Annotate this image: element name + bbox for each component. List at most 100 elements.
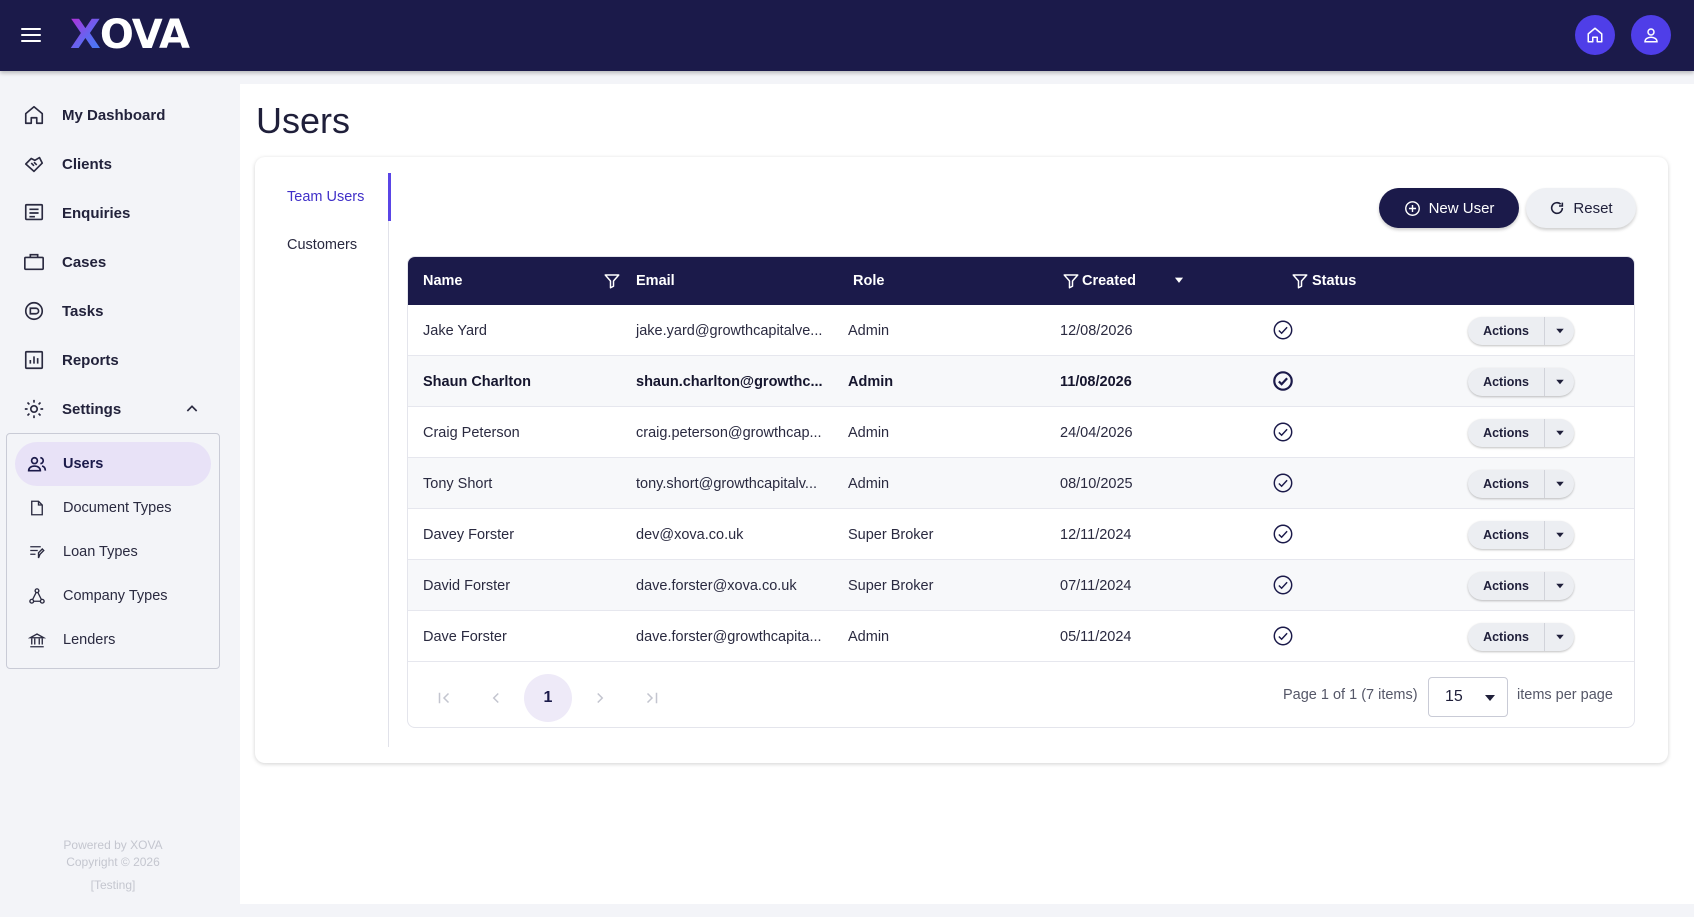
actions-dropdown-toggle[interactable]: [1545, 583, 1574, 589]
users-icon: [27, 454, 47, 474]
sort-desc-icon[interactable]: [1172, 273, 1186, 287]
table-row[interactable]: Davey Forster dev@xova.co.uk Super Broker 1…: [408, 509, 1634, 560]
actions-dropdown-toggle[interactable]: [1545, 532, 1574, 538]
first-page-button[interactable]: [420, 674, 468, 722]
tab-team-users[interactable]: Team Users: [255, 173, 391, 221]
menu-icon[interactable]: [18, 24, 44, 46]
table-row[interactable]: Dave Forster dave.forster@growthcapita...…: [408, 611, 1634, 662]
sidebar-item-label: Cases: [62, 253, 107, 271]
sidebar-item-document-types[interactable]: Document Types: [15, 486, 211, 530]
sidebar-item-label: Settings: [62, 400, 122, 418]
actions-button[interactable]: Actions: [1468, 368, 1574, 396]
column-header-name[interactable]: Name: [423, 257, 463, 305]
loan-icon: [27, 542, 47, 562]
actions-label: Actions: [1483, 477, 1529, 491]
check-circle-icon: [1273, 473, 1293, 493]
chevron-up-icon[interactable]: [184, 401, 200, 417]
sidebar-item-enquiries[interactable]: Enquiries: [0, 193, 240, 233]
last-page-button[interactable]: [628, 674, 676, 722]
table-row[interactable]: Tony Short tony.short@growthcapitalv... Ad…: [408, 458, 1634, 509]
cell-role: Admin: [848, 373, 894, 390]
sidebar-item-clients[interactable]: Clients: [0, 144, 240, 184]
powered-by-text: Powered by XOVA: [63, 838, 163, 852]
user-icon: [1644, 28, 1658, 43]
sidebar-item-label: Clients: [62, 155, 113, 173]
refresh-icon: [1551, 201, 1564, 215]
reset-button[interactable]: Reset: [1526, 188, 1636, 228]
actions-label: Actions: [1483, 324, 1529, 338]
items-per-page-label: items per page: [1517, 687, 1613, 703]
filter-icon[interactable]: [603, 272, 621, 290]
filter-icon[interactable]: [1062, 272, 1080, 290]
cell-created: 08/10/2025: [1060, 475, 1133, 492]
sidebar-item-company-types[interactable]: Company Types: [15, 574, 211, 618]
caret-down-icon: [1555, 583, 1564, 589]
sidebar-item-label: Company Types: [63, 588, 168, 604]
sidebar-item-dashboard[interactable]: My Dashboard: [0, 95, 240, 135]
actions-button[interactable]: Actions: [1468, 572, 1574, 600]
cell-email: jake.yard@growthcapitalve...: [636, 322, 823, 339]
table-row[interactable]: Shaun Charlton shaun.charlton@growthc... A…: [408, 356, 1634, 407]
sidebar-item-label: Reports: [62, 351, 119, 369]
list-icon: [22, 201, 46, 225]
actions-button[interactable]: Actions: [1468, 419, 1574, 447]
tab-customers[interactable]: Customers: [255, 221, 389, 269]
cell-role: Super Broker: [848, 577, 934, 594]
actions-label: Actions: [1483, 579, 1529, 593]
sidebar-item-settings[interactable]: Settings: [0, 389, 240, 429]
sidebar-item-tasks[interactable]: Tasks: [0, 291, 240, 331]
actions-label: Actions: [1483, 375, 1529, 389]
actions-button[interactable]: Actions: [1468, 623, 1574, 651]
settings-submenu: Users Document Types Loan Types Company …: [6, 433, 220, 669]
page-size-value: 15: [1445, 688, 1463, 705]
actions-dropdown-toggle[interactable]: [1545, 634, 1574, 640]
actions-button[interactable]: Actions: [1468, 521, 1574, 549]
sidebar-footer: Powered by XOVA Copyright © 2026 [Testin…: [0, 837, 226, 894]
table-row[interactable]: Jake Yard jake.yard@growthcapitalve... Adm…: [408, 305, 1634, 356]
actions-dropdown-toggle[interactable]: [1545, 379, 1574, 385]
sidebar-item-lenders[interactable]: Lenders: [15, 618, 211, 662]
column-header-role[interactable]: Role: [853, 257, 884, 305]
cell-created: 11/08/2026: [1060, 373, 1132, 390]
home-button[interactable]: [1575, 15, 1615, 55]
new-user-button[interactable]: New User: [1379, 188, 1519, 228]
home-icon: [1587, 27, 1603, 43]
sidebar-item-users[interactable]: Users: [15, 442, 211, 486]
plus-circle-icon: [1404, 200, 1420, 216]
cell-role: Admin: [848, 628, 890, 645]
home-icon: [22, 103, 46, 127]
actions-dropdown-toggle[interactable]: [1545, 430, 1574, 436]
sidebar-item-loan-types[interactable]: Loan Types: [15, 530, 211, 574]
table-header: Name Email Role Created Status: [408, 257, 1634, 305]
actions-dropdown-toggle[interactable]: [1545, 328, 1574, 334]
caret-down-icon: [1555, 328, 1564, 334]
actions-dropdown-toggle[interactable]: [1545, 481, 1574, 487]
column-header-status[interactable]: Status: [1312, 257, 1356, 305]
table-row[interactable]: Craig Peterson craig.peterson@growthcap..…: [408, 407, 1634, 458]
user-button[interactable]: [1631, 15, 1671, 55]
cell-name: Davey Forster: [423, 526, 515, 543]
cell-name: Shaun Charlton: [423, 373, 531, 390]
page-size-select[interactable]: 15: [1428, 677, 1508, 717]
sidebar-item-label: Enquiries: [62, 204, 131, 222]
last-page-icon: [646, 692, 658, 704]
page-button-current[interactable]: 1: [524, 674, 572, 722]
sidebar-item-cases[interactable]: Cases: [0, 242, 240, 282]
table-row[interactable]: David Forster dave.forster@xova.co.uk Supe…: [408, 560, 1634, 611]
column-header-email[interactable]: Email: [636, 257, 675, 305]
chart-icon: [22, 348, 46, 372]
check-circle-icon: [1273, 320, 1293, 340]
cell-email: dev@xova.co.uk: [636, 526, 744, 543]
sidebar-item-label: Users: [63, 456, 104, 472]
next-page-button[interactable]: [576, 674, 624, 722]
cell-created: 12/08/2026: [1060, 322, 1133, 339]
actions-button[interactable]: Actions: [1468, 470, 1574, 498]
sidebar-item-reports[interactable]: Reports: [0, 340, 240, 380]
filter-icon[interactable]: [1291, 272, 1309, 290]
prev-page-button[interactable]: [472, 674, 520, 722]
xova-logo[interactable]: X OVA: [70, 12, 190, 58]
column-header-created[interactable]: Created: [1082, 257, 1136, 305]
cell-role: Admin: [848, 475, 890, 492]
actions-button[interactable]: Actions: [1468, 317, 1574, 345]
hierarchy-icon: [27, 586, 47, 606]
